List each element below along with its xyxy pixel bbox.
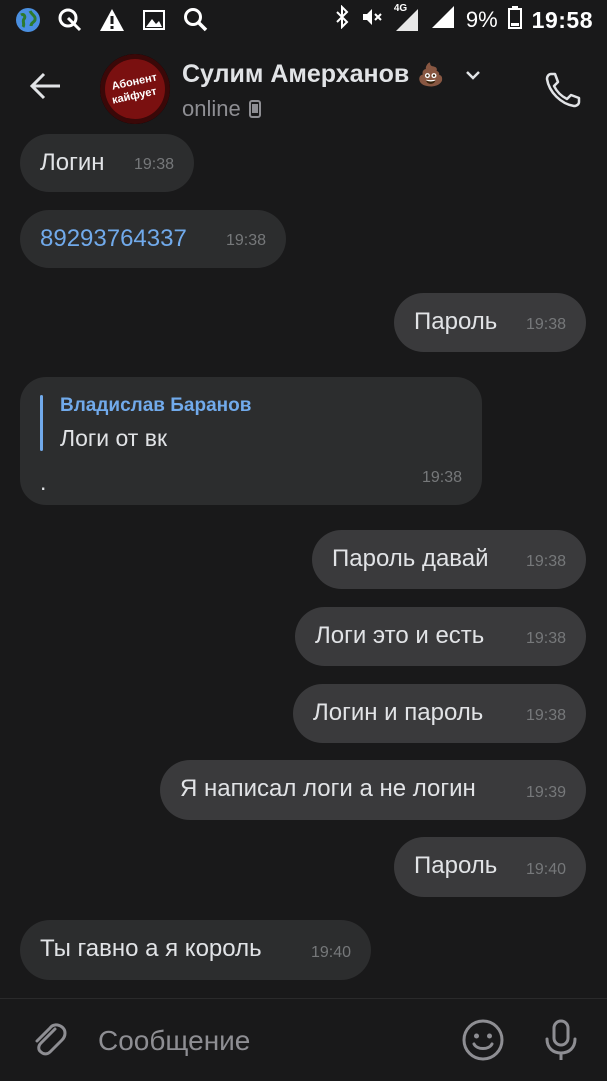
- message-time: 19:40: [525, 861, 566, 878]
- mobile-icon: [248, 100, 261, 118]
- chat-header: Абонент кайфует Сулим Амерханов 💩 online: [0, 42, 607, 138]
- reply-author[interactable]: Владислав Баранов: [60, 395, 251, 417]
- globe-icon: [14, 6, 42, 34]
- message-text: Логи это и есть: [315, 622, 485, 649]
- message-time: 19:38: [133, 156, 174, 173]
- message-composer: [0, 998, 607, 1081]
- arrow-left-icon: [29, 72, 60, 100]
- back-button[interactable]: [24, 64, 68, 108]
- attach-button[interactable]: [28, 1019, 70, 1061]
- message-bubble[interactable]: 89293764337 19:38: [20, 210, 286, 268]
- warning-icon: [98, 6, 126, 34]
- message-text: Пароль: [414, 852, 498, 879]
- call-button[interactable]: [541, 68, 585, 112]
- message-bubble[interactable]: Ты гавно а я король 19:40: [20, 920, 371, 980]
- reply-quote-text: Логи от вк: [60, 425, 168, 451]
- message-time: 19:38: [525, 316, 566, 333]
- signal-4g-icon: 4G: [394, 3, 420, 33]
- contact-title[interactable]: Сулим Амерханов 💩: [182, 60, 483, 89]
- message-text: Пароль давай: [332, 545, 489, 572]
- message-input[interactable]: [96, 1017, 440, 1065]
- mute-icon: [360, 5, 384, 35]
- q-search-icon: [56, 6, 84, 34]
- message-text: Пароль: [414, 308, 498, 335]
- message-bubble[interactable]: Я написал логи а не логин 19:39: [160, 760, 586, 820]
- message-time: 19:38: [525, 553, 566, 570]
- message-time: 19:38: [421, 469, 462, 486]
- smiley-icon: [462, 1019, 504, 1061]
- message-bubble[interactable]: Логин 19:38: [20, 134, 194, 192]
- bluetooth-icon: [334, 4, 350, 35]
- contact-name: Сулим Амерханов: [182, 60, 410, 88]
- message-time: 19:38: [225, 232, 266, 249]
- battery-icon: [507, 5, 522, 35]
- name-emoji: 💩: [417, 61, 445, 87]
- message-time: 19:38: [525, 707, 566, 724]
- presence-text: online: [182, 96, 241, 121]
- message-bubble[interactable]: Логи это и есть 19:38: [295, 607, 586, 666]
- phone-number-link[interactable]: 89293764337: [40, 225, 187, 253]
- message-bubble[interactable]: Пароль 19:38: [394, 293, 586, 352]
- search-icon: [182, 6, 210, 34]
- message-text: Я написал логи а не логин: [180, 775, 476, 802]
- paperclip-icon: [35, 1023, 67, 1056]
- emoji-button[interactable]: [460, 1017, 506, 1063]
- presence-status: online: [182, 96, 261, 122]
- message-bubble[interactable]: Логин и пароль 19:38: [293, 684, 586, 743]
- message-bubble[interactable]: Пароль давай 19:38: [312, 530, 586, 589]
- microphone-icon: [545, 1019, 577, 1060]
- message-text: Ты гавно а я король: [40, 935, 262, 962]
- message-time: 19:39: [525, 784, 566, 801]
- image-icon: [140, 6, 168, 34]
- voice-message-button[interactable]: [538, 1017, 584, 1063]
- clock: 19:58: [531, 6, 593, 33]
- message-text: Логин: [40, 149, 105, 176]
- message-text: .: [40, 469, 47, 495]
- message-time: 19:40: [310, 944, 351, 961]
- message-time: 19:38: [525, 630, 566, 647]
- message-bubble[interactable]: Пароль 19:40: [394, 837, 586, 897]
- phone-icon: [545, 72, 581, 108]
- avatar[interactable]: Абонент кайфует: [100, 54, 170, 124]
- message-bubble-with-reply[interactable]: Владислав Баранов Логи от вк . 19:38: [20, 377, 482, 505]
- reply-quote-bar: [40, 395, 43, 451]
- message-text: Логин и пароль: [313, 699, 484, 726]
- battery-percent: 9%: [465, 7, 498, 32]
- status-bar: 4G 9% 19:58: [0, 0, 607, 40]
- chevron-down-icon: [465, 70, 480, 80]
- signal-icon: [430, 4, 456, 36]
